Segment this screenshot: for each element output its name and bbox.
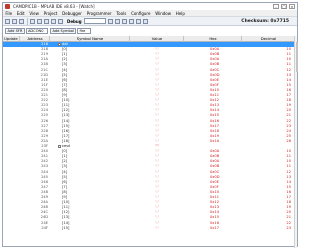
symbol-name: [1]	[62, 52, 68, 57]
symbol-select[interactable]: fire	[77, 27, 92, 34]
symbol-name: [5]	[62, 72, 68, 77]
symbol-name: dat	[62, 42, 68, 46]
symbol-name: [4]	[62, 169, 68, 174]
value-cell[interactable]: '.'	[130, 226, 184, 231]
symbol-name: [7]	[62, 184, 68, 189]
symbol-name: [1]	[62, 154, 68, 159]
mplab-window: CAMDPIC1B - MPLAB IDE v8.63 - [Watch] – …	[2, 2, 298, 248]
help-icon[interactable]	[58, 18, 63, 24]
tree-collapse-icon[interactable]	[58, 144, 61, 148]
menu-debugger[interactable]: Debugger	[60, 11, 85, 16]
toolbar-separator	[27, 17, 28, 25]
symbol-name: [3]	[62, 62, 68, 67]
reset-icon[interactable]	[142, 18, 148, 24]
symbol-name: [16]	[62, 128, 70, 133]
maximize-button[interactable]: □	[281, 4, 287, 9]
symbol-name: [13]	[62, 215, 70, 220]
save-icon[interactable]	[19, 18, 24, 24]
symbol-name: [0]	[62, 149, 68, 154]
symbol-name: [4]	[62, 67, 68, 72]
make-icon[interactable]	[114, 18, 120, 24]
symbol-name: [2]	[62, 57, 68, 62]
menu-tools[interactable]: Tools	[114, 11, 129, 16]
symbol-name: [14]	[62, 220, 70, 225]
build-icon[interactable]	[107, 18, 113, 24]
menu-programmer[interactable]: Programmer	[84, 11, 114, 16]
symbol-name: [9]	[62, 195, 68, 199]
symbol-name: [15]	[62, 123, 70, 128]
symbol-name: cmd	[62, 144, 70, 148]
menu-view[interactable]: View	[27, 11, 41, 16]
pause-icon[interactable]	[128, 18, 134, 24]
symbol-cell: [15]	[50, 226, 130, 231]
hex-cell: 0x17	[210, 225, 219, 230]
new-file-icon[interactable]	[5, 18, 10, 24]
symbol-name: [6]	[62, 179, 68, 184]
watch-toolbar: Add SFR ADCON0 Add Symbol fire	[3, 26, 297, 35]
build-config-label: Debug	[67, 18, 82, 24]
checksum-display: Checksum: 0x7715	[241, 18, 289, 24]
symbol-name: [12]	[62, 108, 70, 113]
symbol-name: [0]	[62, 47, 68, 52]
menu-window[interactable]: Window	[153, 11, 174, 16]
symbol-name: [3]	[62, 164, 68, 169]
symbol-name: [7]	[62, 82, 68, 87]
scrollbar-thumb[interactable]	[295, 42, 298, 72]
symbol-name: [10]	[62, 98, 70, 103]
tree-collapse-icon[interactable]	[58, 42, 61, 46]
run-icon[interactable]	[121, 18, 127, 24]
sfr-select[interactable]: ADCON0	[25, 27, 48, 34]
print-icon[interactable]	[51, 18, 56, 24]
decimal-cell: 23	[286, 225, 291, 230]
symbol-name: [18]	[62, 138, 70, 143]
cut-icon[interactable]	[30, 18, 35, 24]
symbol-name: [17]	[62, 133, 70, 138]
symbol-name: [10]	[62, 200, 70, 205]
add-sfr-button[interactable]: Add SFR	[5, 27, 25, 34]
main-toolbar: Debug Checksum: 0x7715	[3, 16, 297, 26]
mplab-app-icon	[5, 4, 10, 9]
symbol-name: [6]	[62, 77, 68, 82]
copy-icon[interactable]	[37, 18, 42, 24]
watch-grid: Update Address Symbol Name Value Hex Dec…	[3, 36, 295, 248]
symbol-name: [8]	[62, 87, 68, 92]
menu-project[interactable]: Project	[41, 11, 59, 16]
symbol-name: [15]	[62, 225, 70, 230]
step-icon[interactable]	[135, 18, 141, 24]
symbol-name: [13]	[62, 113, 70, 118]
symbol-name: [8]	[62, 189, 68, 194]
symbol-name: [14]	[62, 118, 70, 123]
menu-file[interactable]: File	[3, 11, 14, 16]
open-file-icon[interactable]	[12, 18, 17, 24]
paste-icon[interactable]	[44, 18, 49, 24]
symbol-name: [12]	[62, 210, 70, 215]
symbol-name: [11]	[62, 103, 70, 108]
window-controls: – □ ×	[273, 4, 295, 9]
update-cell	[3, 226, 20, 231]
window-title: CAMDPIC1B - MPLAB IDE v8.63 - [Watch]	[13, 4, 95, 9]
symbol-name: [2]	[62, 159, 68, 164]
add-symbol-button[interactable]: Add Symbol	[49, 27, 77, 34]
menu-configure[interactable]: Configure	[129, 11, 153, 16]
symbol-name: [11]	[62, 205, 70, 210]
table-row[interactable]: 24F [15] '.' 0x17 23	[3, 226, 295, 231]
menu-edit[interactable]: Edit	[14, 11, 27, 16]
address-cell: 24F	[41, 225, 48, 230]
minimize-button[interactable]: –	[273, 4, 279, 9]
symbol-name: [5]	[62, 174, 68, 179]
title-bar: CAMDPIC1B - MPLAB IDE v8.63 - [Watch] – …	[3, 3, 297, 10]
symbol-name: [9]	[62, 93, 68, 97]
vertical-scrollbar[interactable]	[294, 36, 298, 248]
build-config-select[interactable]	[83, 18, 106, 24]
close-button[interactable]: ×	[289, 4, 295, 9]
menu-help[interactable]: Help	[173, 11, 187, 16]
